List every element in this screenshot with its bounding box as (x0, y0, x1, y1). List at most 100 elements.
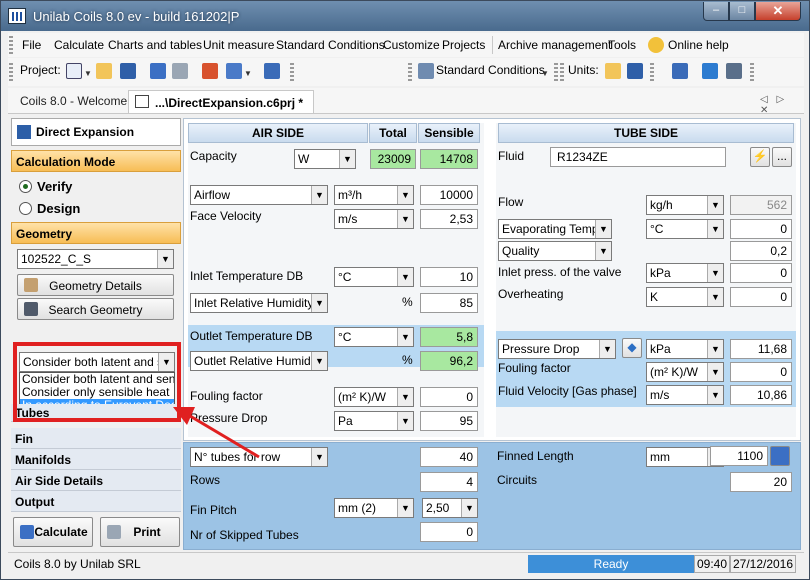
tab-direct-expansion[interactable]: ...\DirectExpansion.c6prj * (128, 90, 314, 113)
outlet-rh-select[interactable]: Outlet Relative Humidity ▼ (190, 351, 328, 371)
airflow-input[interactable]: 10000 (420, 185, 478, 205)
currency-icon[interactable] (672, 63, 688, 79)
new-project-icon[interactable] (66, 63, 82, 79)
inlet-rh-select[interactable]: Inlet Relative Humidity ▼ (190, 293, 328, 313)
standard-conditions-icon[interactable] (418, 63, 434, 79)
geometry-select[interactable]: 102522_C_S ▼ (17, 249, 174, 269)
fin-pitch-unit-select[interactable]: mm (2) ▼ (334, 498, 414, 518)
output-header[interactable]: Output (11, 491, 181, 512)
units-open-icon[interactable] (605, 63, 621, 79)
inlet-press-unit-select[interactable]: kPa ▼ (646, 263, 724, 283)
inlet-rh-input[interactable]: 85 (420, 293, 478, 313)
minimize-button[interactable]: – (703, 2, 729, 21)
verify-label[interactable]: Verify (37, 179, 72, 194)
standard-conditions-arrow-icon[interactable]: ▼ (541, 69, 549, 78)
calculator-icon[interactable] (770, 446, 790, 466)
menu-online-help[interactable]: Online help (668, 38, 729, 52)
design-label[interactable]: Design (37, 201, 80, 216)
new-project-dropdown-icon[interactable]: ▼ (84, 69, 92, 78)
chart-icon[interactable] (226, 63, 242, 79)
menu-standard-conditions[interactable]: Standard Conditions (276, 38, 385, 52)
inlet-temp-unit-select[interactable]: °C ▼ (334, 267, 414, 287)
menu-projects[interactable]: Projects (442, 38, 485, 52)
title-bar[interactable]: Unilab Coils 8.0 ev - build 161202|P – □… (1, 1, 809, 31)
geometry-header[interactable]: Geometry (11, 222, 181, 244)
menu-charts[interactable]: Charts and tables (108, 38, 202, 52)
fluid-input[interactable]: R1234ZE (550, 147, 726, 167)
export-icon[interactable] (702, 63, 718, 79)
evap-temp-select[interactable]: Evaporating Temp. ▼ (498, 219, 612, 239)
fluid-velocity-unit-select[interactable]: m/s ▼ (646, 385, 724, 405)
tubes-for-row-input[interactable]: 40 (420, 447, 478, 467)
quality-input[interactable]: 0,2 (730, 241, 792, 261)
flow-unit-select[interactable]: kg/h ▼ (646, 195, 724, 215)
air-pressure-drop-unit-select[interactable]: Pa ▼ (334, 411, 414, 431)
tab-welcome[interactable]: Coils 8.0 - Welcome! (20, 94, 130, 108)
fin-header[interactable]: Fin (11, 428, 181, 449)
standard-conditions-dropdown[interactable]: Standard Conditions (436, 63, 545, 77)
calculate-button[interactable]: Calculate (13, 517, 93, 547)
outlet-temp-unit-select[interactable]: °C ▼ (334, 327, 414, 347)
fluid-browse-button[interactable]: ... (772, 147, 792, 167)
save-icon[interactable] (120, 63, 136, 79)
toolbar-grip-icon (290, 63, 294, 81)
tube-pressure-drop-unit-select[interactable]: kPa ▼ (646, 339, 724, 359)
units-save-icon[interactable] (627, 63, 643, 79)
tube-fouling-unit-select[interactable]: (m² K)/W ▼ (646, 362, 724, 382)
fluid-velocity-value: 10,86 (730, 385, 792, 405)
verify-radio[interactable] (19, 180, 32, 193)
airflow-select[interactable]: Airflow ▼ (190, 185, 328, 205)
menu-calculate[interactable]: Calculate (54, 38, 104, 52)
tube-fouling-input[interactable]: 0 (730, 362, 792, 382)
circuits-input[interactable]: 20 (730, 472, 792, 492)
tab-direct-expansion-label: ...\DirectExpansion.c6prj * (155, 96, 304, 110)
quality-select[interactable]: Quality ▼ (498, 241, 612, 261)
finned-length-input[interactable]: 1100 (710, 446, 768, 466)
manifolds-header[interactable]: Manifolds (11, 449, 181, 470)
rows-input[interactable]: 4 (420, 472, 478, 492)
edit-chart-icon[interactable] (264, 63, 280, 79)
project-label: Project: (20, 63, 61, 77)
evap-temp-input[interactable]: 0 (730, 219, 792, 239)
tab-navigation[interactable]: ◁ ▷ ✕ (760, 94, 804, 116)
chart-dropdown-icon[interactable]: ▼ (244, 69, 252, 78)
capacity-unit-select[interactable]: W ▼ (294, 149, 356, 169)
menu-tools[interactable]: Tools (608, 38, 636, 52)
update-icon[interactable] (726, 63, 742, 79)
tools-icon[interactable] (202, 63, 218, 79)
quality-select-value: Quality (502, 244, 540, 258)
tube-pressure-drop-select[interactable]: Pressure Drop ▼ (498, 339, 616, 359)
inlet-press-input[interactable]: 0 (730, 263, 792, 283)
search-geometry-button[interactable]: Search Geometry (17, 298, 174, 320)
overheating-unit-select[interactable]: K ▼ (646, 287, 724, 307)
inlet-press-unit-value: kPa (650, 266, 671, 280)
lightning-icon[interactable]: ⚡ (750, 147, 770, 167)
tubes-for-row-select[interactable]: N° tubes for row ▼ (190, 447, 328, 467)
evap-temp-unit-select[interactable]: °C ▼ (646, 219, 724, 239)
face-velocity-unit-select[interactable]: m/s ▼ (334, 209, 414, 229)
chevron-down-icon: ▼ (707, 386, 723, 404)
calculation-mode-header[interactable]: Calculation Mode (11, 150, 181, 172)
air-fouling-input[interactable]: 0 (420, 387, 478, 407)
print-icon[interactable] (172, 63, 188, 79)
menu-archive[interactable]: Archive management (498, 38, 611, 52)
calculator-icon[interactable] (150, 63, 166, 79)
menu-customize[interactable]: Customize (383, 38, 440, 52)
open-folder-icon[interactable] (96, 63, 112, 79)
design-radio[interactable] (19, 202, 32, 215)
airflow-unit-select[interactable]: m³/h ▼ (334, 185, 414, 205)
overheating-input[interactable]: 0 (730, 287, 792, 307)
fin-pitch-select[interactable]: 2,50 ▼ (422, 498, 478, 518)
inlet-temp-input[interactable]: 10 (420, 267, 478, 287)
maximize-button[interactable]: □ (729, 2, 755, 21)
air-fouling-unit-select[interactable]: (m² K)/W ▼ (334, 387, 414, 407)
menu-file[interactable]: File (22, 38, 41, 52)
skipped-tubes-input[interactable]: 0 (420, 522, 478, 542)
close-button[interactable]: ✕ (755, 2, 801, 21)
air-side-details-header[interactable]: Air Side Details (11, 470, 181, 491)
menu-unit-measure[interactable]: Unit measure (203, 38, 274, 52)
print-button[interactable]: Print (100, 517, 180, 547)
geometry-details-button[interactable]: Geometry Details (17, 274, 174, 296)
fin-pitch-unit-value: mm (2) (338, 501, 376, 515)
diamond-icon[interactable]: ◆ (622, 338, 642, 358)
